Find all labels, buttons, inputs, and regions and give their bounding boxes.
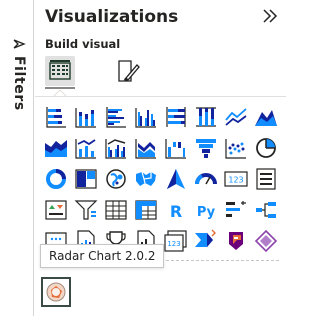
stacked-bar-chart-icon[interactable] — [43, 104, 69, 130]
ribbon-chart-icon[interactable] — [133, 135, 159, 161]
pane-title: Visualizations — [45, 7, 179, 27]
table-grid-icon — [49, 60, 71, 80]
card-icon[interactable]: 123 — [223, 166, 249, 192]
build-visual-subtitle: Build visual — [45, 37, 121, 51]
build-visual-tab[interactable] — [45, 56, 75, 86]
filters-label[interactable]: Filters — [7, 56, 27, 111]
new-card-icon[interactable]: 123 — [163, 228, 189, 254]
funnel-chart-icon[interactable] — [193, 135, 219, 161]
r-script-visual-icon[interactable]: R — [163, 197, 189, 223]
tooltip: Radar Chart 2.0.2 — [40, 244, 165, 268]
area-chart-icon[interactable] — [253, 104, 279, 130]
azure-map-icon[interactable] — [163, 166, 189, 192]
python-visual-icon[interactable]: Py — [193, 197, 219, 223]
stacked-column-chart-icon[interactable] — [73, 104, 99, 130]
format-visual-tab[interactable] — [113, 56, 143, 86]
stacked-area-chart-icon[interactable] — [43, 135, 69, 161]
matrix-icon[interactable] — [133, 197, 159, 223]
power-automate-icon[interactable] — [193, 228, 219, 254]
treemap-icon[interactable] — [73, 166, 99, 192]
kpi-icon[interactable] — [43, 197, 69, 223]
clustered-bar-chart-icon[interactable] — [103, 104, 129, 130]
radar-chart-icon — [46, 282, 66, 302]
tab-divider — [35, 96, 286, 97]
double-chevron-right-icon[interactable] — [261, 6, 279, 26]
radar-chart-visual-button[interactable] — [41, 277, 71, 307]
svg-text:123: 123 — [228, 176, 243, 185]
multi-row-card-icon[interactable] — [253, 166, 279, 192]
svg-text:R: R — [170, 202, 182, 221]
gauge-icon[interactable] — [193, 166, 219, 192]
line-chart-icon[interactable] — [223, 104, 249, 130]
scatter-chart-icon[interactable] — [223, 135, 249, 161]
100-stacked-column-chart-icon[interactable] — [193, 104, 219, 130]
pie-chart-icon[interactable] — [253, 135, 279, 161]
clustered-column-chart-icon[interactable] — [133, 104, 159, 130]
build-tab-indicator — [45, 87, 75, 89]
100-stacked-bar-chart-icon[interactable] — [163, 104, 189, 130]
waterfall-chart-icon[interactable] — [163, 135, 189, 161]
pane-toggle-icon[interactable] — [12, 37, 26, 51]
paintbrush-icon — [118, 60, 140, 82]
svg-text:Py: Py — [197, 205, 216, 220]
visual-gallery: 123 R Py 123 — [43, 104, 286, 256]
slicer-icon[interactable] — [73, 197, 99, 223]
table-icon[interactable] — [103, 197, 129, 223]
filled-map-icon[interactable] — [133, 166, 159, 192]
filters-pane-collapsed[interactable]: Filters — [0, 0, 34, 316]
line-clustered-column-chart-icon[interactable] — [103, 135, 129, 161]
decomposition-tree-icon[interactable] — [253, 197, 279, 223]
key-influencers-icon[interactable] — [223, 197, 249, 223]
visualizations-pane: Visualizations Build visual 123 R Py 123… — [35, 0, 286, 316]
map-icon[interactable] — [103, 166, 129, 192]
svg-text:123: 123 — [167, 240, 180, 248]
more-visuals-icon[interactable] — [253, 228, 279, 254]
donut-chart-icon[interactable] — [43, 166, 69, 192]
power-apps-icon[interactable] — [223, 228, 249, 254]
line-stacked-column-chart-icon[interactable] — [73, 135, 99, 161]
